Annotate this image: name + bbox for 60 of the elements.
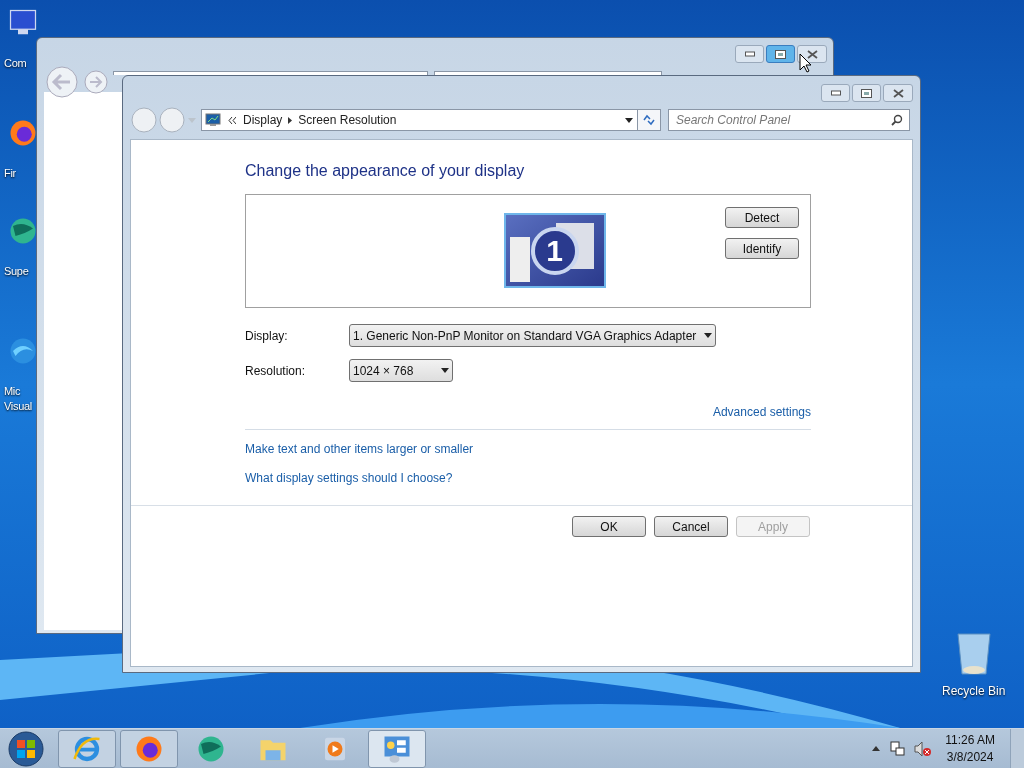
dropdown-caret-icon: [625, 117, 633, 123]
back-icon[interactable]: [130, 107, 158, 133]
dialog-button[interactable]: Identify: [725, 238, 799, 259]
desktop-icon-label[interactable]: Recycle Bin: [942, 682, 1006, 700]
search-field[interactable]: Search Control Panel: [668, 109, 910, 131]
mouse-pointer-icon: [799, 53, 813, 73]
arrow-icon: [288, 116, 293, 124]
dropdown-caret-icon: [704, 333, 713, 338]
minimize-icon: [830, 90, 841, 96]
desktop-icon-label[interactable]: Mic: [4, 384, 32, 399]
search-icon: [891, 114, 903, 126]
page-heading: Change the appearance of your display: [245, 161, 526, 181]
dropdown[interactable]: 1024 × 768: [349, 359, 454, 382]
advanced-settings-link[interactable]: Advanced settings: [712, 403, 811, 421]
display-icon: [205, 113, 221, 127]
breadcrumb-item[interactable]: Screen Resolution: [298, 111, 397, 129]
help-link[interactable]: What display settings should I choose?: [245, 469, 453, 487]
forward-icon[interactable]: [158, 107, 186, 133]
help-link[interactable]: Make text and other items larger or smaller: [245, 440, 474, 458]
minimize-icon: [744, 51, 755, 57]
maximize-button[interactable]: [766, 45, 795, 63]
close-icon: [892, 88, 904, 98]
start-button[interactable]: [6, 729, 46, 768]
taskbar-button[interactable]: [120, 729, 178, 768]
desktop-icon-label[interactable]: Com: [4, 56, 27, 71]
dropdown-caret-icon: [441, 368, 450, 373]
maximize-icon: [861, 88, 872, 98]
field-label: Display:: [245, 327, 289, 345]
menu-panel-shape: [509, 237, 530, 282]
monitor-preview[interactable]: 1: [503, 213, 606, 288]
show-hidden-icons-icon[interactable]: [872, 746, 881, 751]
refresh-button[interactable]: [638, 109, 661, 131]
dialog-button[interactable]: Cancel: [654, 516, 728, 537]
search-field[interactable]: [434, 71, 662, 75]
close-icon: [806, 49, 818, 59]
address-bar[interactable]: [113, 71, 428, 75]
desktop-edge-icon: [8, 336, 38, 366]
monitor-number: 1: [530, 226, 579, 275]
desktop-firefox-icon: [8, 118, 38, 148]
chevrons-icon: [228, 116, 236, 124]
address-bar[interactable]: Display Screen Resolution: [201, 109, 638, 131]
refresh-icon: [643, 114, 655, 126]
breadcrumb-item[interactable]: Display: [243, 111, 283, 129]
field-label: Resolution:: [245, 362, 307, 380]
desktop-icon-label[interactable]: Supe: [4, 264, 29, 279]
desktop-globe-icon: [8, 216, 38, 246]
dropdown[interactable]: 1. Generic Non-PnP Monitor on Standard VGA Graphics Adapter: [349, 324, 717, 347]
maximize-button[interactable]: [852, 84, 881, 102]
dialog-button[interactable]: OK: [572, 516, 646, 537]
show-desktop-button[interactable]: [1010, 728, 1024, 768]
clock[interactable]: 11:26 AM 3/8/2024: [945, 731, 995, 766]
speaker-muted-icon[interactable]: [914, 740, 933, 757]
taskbar-button[interactable]: [368, 729, 426, 768]
close-button[interactable]: [883, 84, 913, 102]
desktop-icon-label[interactable]: Visual: [4, 399, 32, 414]
taskbar-button[interactable]: [58, 729, 116, 768]
desktop-icon-label[interactable]: Fir: [4, 166, 16, 181]
forward-icon[interactable]: [83, 69, 109, 95]
dialog-button[interactable]: Detect: [725, 207, 799, 228]
maximize-icon: [775, 49, 786, 59]
